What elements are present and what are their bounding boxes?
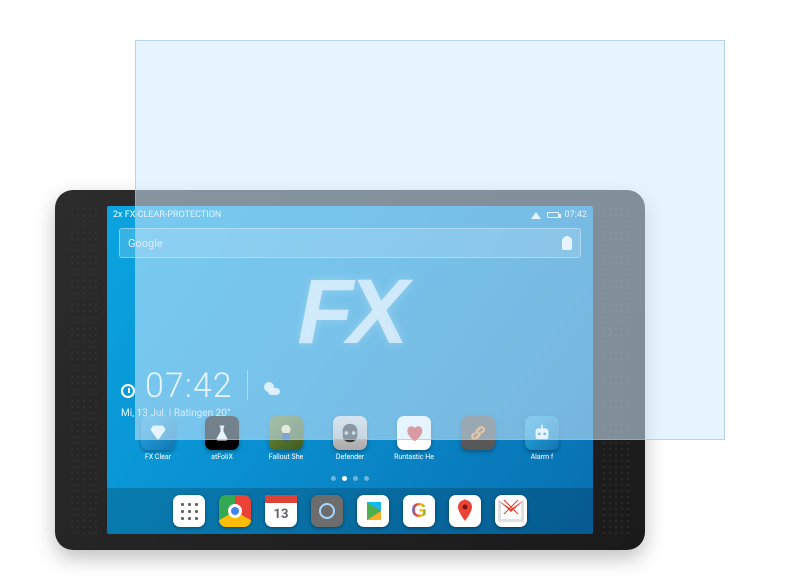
- camera-icon[interactable]: [311, 495, 343, 527]
- heart-icon: [397, 416, 431, 450]
- clock-time: 07:42: [145, 366, 233, 406]
- app-drawer-icon[interactable]: [173, 495, 205, 527]
- weather-icon: [262, 380, 280, 398]
- clock-widget[interactable]: 07:42 Mi, 13 Jul. | Ratingen 20°: [121, 366, 280, 419]
- robot-icon: [525, 416, 559, 450]
- calendar-icon[interactable]: 13: [265, 495, 297, 527]
- app-atfolix[interactable]: atFoliX: [199, 416, 245, 461]
- vault-boy-icon: [269, 416, 303, 450]
- play-store-icon[interactable]: [357, 495, 389, 527]
- app-runtastic[interactable]: Runtastic He: [391, 416, 437, 461]
- gmail-icon[interactable]: [495, 495, 527, 527]
- widget-divider: [247, 370, 248, 400]
- trooper-icon: [333, 416, 367, 450]
- app-fx-clear[interactable]: FX Clear: [135, 416, 181, 461]
- status-right: 07:42: [531, 210, 587, 220]
- wifi-icon: [531, 212, 541, 219]
- app-alarm-robot[interactable]: Alarm f: [519, 416, 565, 461]
- flask-icon: [205, 416, 239, 450]
- app-fallout[interactable]: Fallout She: [263, 416, 309, 461]
- app-defender[interactable]: Defender: [327, 416, 373, 461]
- homescreen-app-row: FX Clear atFoliX Fallout She: [107, 416, 593, 461]
- fx-watermark: FX: [297, 266, 403, 358]
- page-dot[interactable]: [364, 476, 369, 481]
- microphone-icon[interactable]: [562, 236, 572, 250]
- chrome-icon[interactable]: [219, 495, 251, 527]
- dock: 13 G: [107, 488, 593, 534]
- link-icon: [461, 416, 495, 450]
- google-search-bar[interactable]: Google: [119, 228, 581, 258]
- google-app-icon[interactable]: G: [403, 495, 435, 527]
- page-dot[interactable]: [331, 476, 336, 481]
- status-bar: 2x FX-CLEAR-PROTECTION 07:42: [107, 206, 593, 224]
- page-indicator: [107, 476, 593, 481]
- tablet-screen: 2x FX-CLEAR-PROTECTION 07:42 Google FX 0…: [107, 206, 593, 534]
- maps-icon[interactable]: [449, 495, 481, 527]
- page-dot-active[interactable]: [342, 476, 347, 481]
- alarm-icon: [121, 384, 135, 398]
- product-badge: 2x FX-CLEAR-PROTECTION: [113, 210, 221, 220]
- tablet-device: 2x FX-CLEAR-PROTECTION 07:42 Google FX 0…: [55, 190, 645, 550]
- diamond-icon: [141, 416, 175, 450]
- search-placeholder: Google: [128, 237, 163, 250]
- app-link[interactable]: [455, 416, 501, 461]
- product-image: 2x FX-CLEAR-PROTECTION 07:42 Google FX 0…: [0, 0, 786, 587]
- status-time: 07:42: [565, 210, 587, 220]
- battery-icon: [547, 212, 559, 218]
- page-dot[interactable]: [353, 476, 358, 481]
